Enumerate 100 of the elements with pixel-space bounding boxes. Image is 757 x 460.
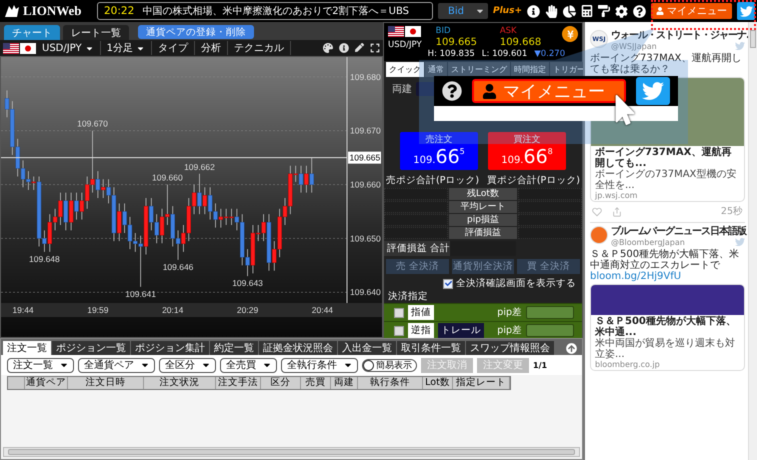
time-tick: 19:44 <box>12 305 34 315</box>
pip-label: pip差 <box>497 324 522 337</box>
price-tick: 109.680 <box>350 72 381 82</box>
tweet-text: Ｓ＆Ｐ500種先物が大幅下落、米中通商対立のエスカレートで bloom.bg/2Hj9VfU <box>590 249 740 282</box>
tweet-handle: @BloombergJapan <box>611 238 685 246</box>
column-header: 執行条件 <box>358 377 423 389</box>
bird-icon <box>740 4 752 18</box>
list-tab[interactable]: 入出金一覧 <box>338 341 396 355</box>
technical-button[interactable]: テクニカル <box>228 41 291 55</box>
japan-flag-icon <box>405 26 421 37</box>
order-tab[interactable]: 時間指定 <box>511 62 549 77</box>
column-header: Lot数 <box>423 377 453 389</box>
pie-chart-icon[interactable] <box>563 4 576 18</box>
pip-spinner-field[interactable] <box>526 306 574 319</box>
buy-order-button[interactable]: 買注文 109.66$^{8}$ <box>488 132 566 170</box>
price-mode-dropdown[interactable]: Bid <box>438 3 488 19</box>
pair-dropdown[interactable]: USD/JPY <box>36 41 101 55</box>
summary-label: 残Lot数 <box>449 188 517 200</box>
filter-dropdown[interactable]: 注文一覧 <box>7 358 74 372</box>
card-title: ボーイング737MAX、運航再開しても... <box>595 147 732 169</box>
collapse-up-icon[interactable] <box>566 343 577 354</box>
list-tab[interactable]: ポジション一覧 <box>52 341 130 355</box>
order-tab[interactable]: 通常 <box>425 62 447 77</box>
tweet-link[interactable]: bloom.bg/2Hj9VfU <box>590 271 682 282</box>
card-title: Ｓ＆Ｐ500種先物が大幅下落、米中通... <box>595 316 737 338</box>
card-description: ボーイングの737MAX型機の安全性を... <box>595 169 738 191</box>
buy-total-label: 買ポジ合計(Pロック) <box>486 174 580 187</box>
tweet-text: ボーイング737MAX、運航再開しても客は乗るか？ <box>590 53 742 75</box>
pair-name: USD/JPY <box>388 40 422 50</box>
filter-dropdown[interactable]: 全通貨ペア <box>78 358 155 372</box>
simple-view-toggle[interactable]: 簡易表示 <box>362 358 417 372</box>
list-tab[interactable]: 注文一覧 <box>3 341 51 355</box>
checkbox[interactable] <box>394 308 404 318</box>
palette-icon[interactable] <box>323 43 333 53</box>
price-annotation: 109.648 <box>29 254 60 264</box>
sell-order-button[interactable]: 売注文 109.66$^{5}$ <box>400 132 478 170</box>
column-header: 注文状況 <box>144 377 216 389</box>
price-tick: 109.650 <box>350 233 381 244</box>
horizontal-scrollbar[interactable] <box>3 447 580 457</box>
time-tick: 20:14 <box>162 305 184 315</box>
ticker-time: 20:22 <box>104 5 134 17</box>
link-card[interactable]: Ｓ＆Ｐ500種先物が大幅下落、米中通... 米中両国が貿易を巡り週末も対立姿... bloomberg.co.jp <box>590 284 745 371</box>
filter-dropdown[interactable]: 全売買 <box>220 358 277 372</box>
twitter-button[interactable] <box>737 2 755 20</box>
order-type-button[interactable]: 逆指 <box>408 323 434 338</box>
high-price: H: 109.835 <box>428 49 475 59</box>
column-header: 通貨ペア <box>25 377 68 389</box>
summary-label: 評価損益 <box>449 227 517 239</box>
yen-icon[interactable] <box>562 26 578 42</box>
filter-dropdown[interactable]: 全区分 <box>159 358 216 372</box>
total-pl-label: 評価損益 合計 <box>384 241 450 256</box>
ask-price: 109.668 <box>498 37 542 48</box>
tweet-time: 25秒 <box>720 205 743 218</box>
timeframe-dropdown[interactable]: 1分足 <box>100 41 152 55</box>
tweet-handle: @WSJJapan <box>611 42 657 50</box>
list-tab[interactable]: ポジション集計 <box>131 341 209 355</box>
ask-label: ASK <box>498 26 518 36</box>
register-pair-button[interactable]: 通貨ペアの登録・削除 <box>138 25 254 39</box>
us-flag-icon <box>388 26 404 37</box>
list-tab[interactable]: 約定一覧 <box>210 341 258 355</box>
time-tick: 20:29 <box>236 305 258 315</box>
help-icon[interactable] <box>633 4 646 18</box>
filter-dropdown[interactable]: 全執行条件 <box>281 358 358 372</box>
list-tab[interactable]: 証拠金状況照会 <box>259 341 337 355</box>
card-domain: jp.wsj.com <box>595 191 638 200</box>
ticker-headline: 中国の株式相場、米中摩擦激化のあおりで2割下落へ＝UBS <box>142 4 409 18</box>
settings-icon[interactable] <box>615 4 628 18</box>
calculator-icon[interactable] <box>581 5 593 17</box>
expand-icon[interactable] <box>370 43 380 53</box>
order-type-button[interactable]: 指値 <box>408 305 434 320</box>
info-icon[interactable] <box>527 4 540 18</box>
price-annotation: 109.662 <box>184 162 215 172</box>
type-button[interactable]: タイプ <box>152 41 195 55</box>
chart-tab[interactable]: チャート <box>4 25 60 40</box>
sell-total-label: 売ポジ合計(Pロック) <box>386 174 480 187</box>
info-icon[interactable] <box>339 43 349 53</box>
card-description: 米中両国が貿易を巡り週末も対立姿... <box>595 338 736 360</box>
checkbox[interactable] <box>394 326 404 336</box>
checkbox-label: 全決済確認画面を表示する <box>456 277 576 290</box>
pen-icon[interactable] <box>355 43 364 52</box>
order-tab[interactable]: クイック <box>386 62 424 77</box>
twitter-button[interactable] <box>636 77 670 105</box>
paint-roller-icon[interactable] <box>598 5 610 17</box>
summary-label: 平均レート <box>449 201 517 213</box>
page-count: 1/1 <box>533 360 548 370</box>
checkbox[interactable] <box>443 278 453 288</box>
low-price: L: 109.601 <box>482 49 528 59</box>
pip-label: pip差 <box>497 306 522 319</box>
column-header: 注文日時 <box>68 377 144 389</box>
order-type-button[interactable]: トレール <box>438 323 484 338</box>
hand-icon[interactable] <box>545 4 558 18</box>
vertical-scrollbar[interactable] <box>748 22 757 460</box>
chart-tab[interactable]: レート一覧 <box>63 25 129 40</box>
analysis-button[interactable]: 分析 <box>194 41 228 55</box>
list-tab[interactable]: スワップ情報照会 <box>466 341 554 355</box>
bid-label: BID <box>434 26 452 36</box>
pip-spinner-field[interactable] <box>526 324 574 337</box>
order-tab[interactable]: ストリーミング <box>448 62 510 77</box>
list-tab[interactable]: 取引条件一覧 <box>397 341 465 355</box>
hedge-label: 両建 <box>392 82 412 96</box>
